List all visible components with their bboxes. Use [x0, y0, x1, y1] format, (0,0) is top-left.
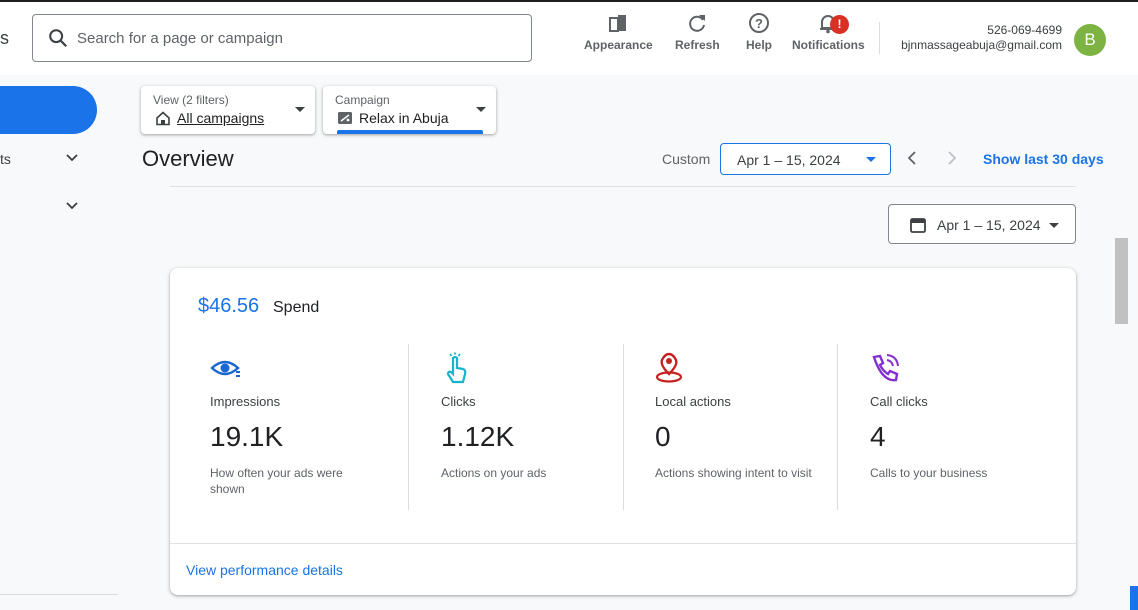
view-filter-label: View (2 filters) [153, 93, 229, 107]
chevron-down-icon[interactable] [64, 198, 80, 214]
metric-description: Actions showing intent to visit [655, 466, 812, 480]
metric-description: How often your ads were shown [210, 466, 343, 496]
card-date-caret-icon [1049, 223, 1059, 228]
corner-accent [1130, 586, 1138, 610]
chevron-right-icon[interactable] [944, 150, 960, 166]
location-pin-icon [655, 352, 683, 383]
card-divider [170, 543, 1076, 544]
metric-description: Actions on your ads [441, 466, 547, 480]
account-id: 526-069-4699 [987, 23, 1062, 37]
page-title: Overview [142, 146, 234, 171]
view-filter[interactable]: View (2 filters) All campaigns [141, 86, 315, 134]
search-input[interactable] [77, 29, 497, 47]
metric-divider [408, 344, 409, 510]
appearance-label: Appearance [584, 38, 653, 52]
avatar[interactable]: B [1074, 24, 1106, 56]
metric-description: Calls to your business [870, 466, 988, 480]
chevron-down-icon[interactable] [64, 150, 80, 166]
notification-badge: ! [830, 15, 849, 34]
campaign-filter-text: Relax in Abuja [359, 110, 449, 126]
campaign-filter[interactable]: Campaign Relax in Abuja [323, 86, 496, 134]
metric-name: Local actions [655, 394, 731, 409]
appearance-icon [609, 15, 627, 32]
chevron-left-icon[interactable] [904, 150, 920, 166]
refresh-button[interactable]: Refresh [675, 12, 720, 52]
card-date-button[interactable]: Apr 1 – 15, 2024 [888, 204, 1076, 244]
tap-icon [446, 352, 467, 384]
view-filter-caret-icon [295, 107, 305, 112]
date-range-type-label: Custom [662, 151, 711, 167]
campaign-icon [338, 112, 352, 124]
metric-local-actions: Local actions 0 Actions showing intent t… [655, 344, 825, 510]
metric-clicks: Clicks 1.12K Actions on your ads [441, 344, 611, 510]
date-range-caret-icon [866, 157, 876, 162]
section-divider [170, 186, 1076, 187]
help-icon: ? [749, 13, 769, 33]
campaign-active-indicator [337, 130, 483, 134]
notifications-label: Notifications [792, 38, 865, 52]
svg-text:?: ? [755, 16, 763, 31]
sidebar-item-label[interactable]: ts [0, 151, 11, 167]
metric-value: 4 [870, 421, 886, 452]
metric-call-clicks: Call clicks 4 Calls to your business [870, 344, 1040, 510]
metric-impressions: Impressions 19.1K How often your ads wer… [210, 344, 400, 510]
refresh-label: Refresh [675, 38, 720, 52]
sidebar: ts [0, 75, 118, 610]
search-icon [49, 29, 68, 48]
top-header: s Appearance Refresh ? Help Notification… [0, 2, 1138, 75]
nav-title-fragment: s [0, 28, 9, 48]
search-box[interactable] [32, 14, 532, 62]
card-date-text: Apr 1 – 15, 2024 [937, 217, 1041, 233]
metric-value: 1.12K [441, 421, 515, 452]
metric-value: 0 [655, 421, 671, 452]
sidebar-active-item[interactable] [0, 86, 97, 134]
view-filter-text: All campaigns [177, 110, 265, 126]
account-info[interactable]: 526-069-4699 bjnmassageabuja@gmail.com [901, 23, 1062, 53]
account-email: bjnmassageabuja@gmail.com [901, 38, 1062, 52]
date-range-select[interactable]: Apr 1 – 15, 2024 [720, 143, 891, 175]
sidebar-divider [0, 594, 118, 595]
show-last-30-days-link[interactable]: Show last 30 days [983, 151, 1104, 167]
metric-value: 19.1K [210, 421, 284, 452]
campaign-filter-caret-icon [476, 107, 486, 112]
view-filter-value: All campaigns [155, 110, 264, 126]
spend-value: $46.56 [198, 295, 260, 317]
date-range-text: Apr 1 – 15, 2024 [737, 152, 841, 168]
view-performance-details-link[interactable]: View performance details [186, 562, 343, 578]
notifications-button[interactable]: Notifications ! [792, 12, 865, 52]
eye-icon [210, 360, 240, 377]
help-button[interactable]: ? Help [746, 12, 772, 52]
calendar-icon [910, 218, 926, 233]
metric-name: Call clicks [870, 394, 928, 409]
home-icon [156, 111, 170, 126]
header-divider [879, 22, 880, 54]
campaign-filter-value: Relax in Abuja [337, 110, 449, 126]
metric-name: Impressions [210, 394, 281, 409]
phone-call-icon [872, 354, 899, 382]
campaign-filter-label: Campaign [335, 93, 390, 107]
appearance-button[interactable]: Appearance [584, 12, 653, 52]
refresh-icon [689, 15, 706, 32]
metric-divider [623, 344, 624, 510]
performance-card: $46.56 Spend Impressions 19.1K How often… [170, 268, 1076, 595]
metric-divider [837, 344, 838, 510]
help-label: Help [746, 38, 773, 52]
metric-name: Clicks [441, 394, 476, 409]
scrollbar-thumb[interactable] [1115, 238, 1128, 324]
spend-label: Spend [273, 299, 320, 316]
